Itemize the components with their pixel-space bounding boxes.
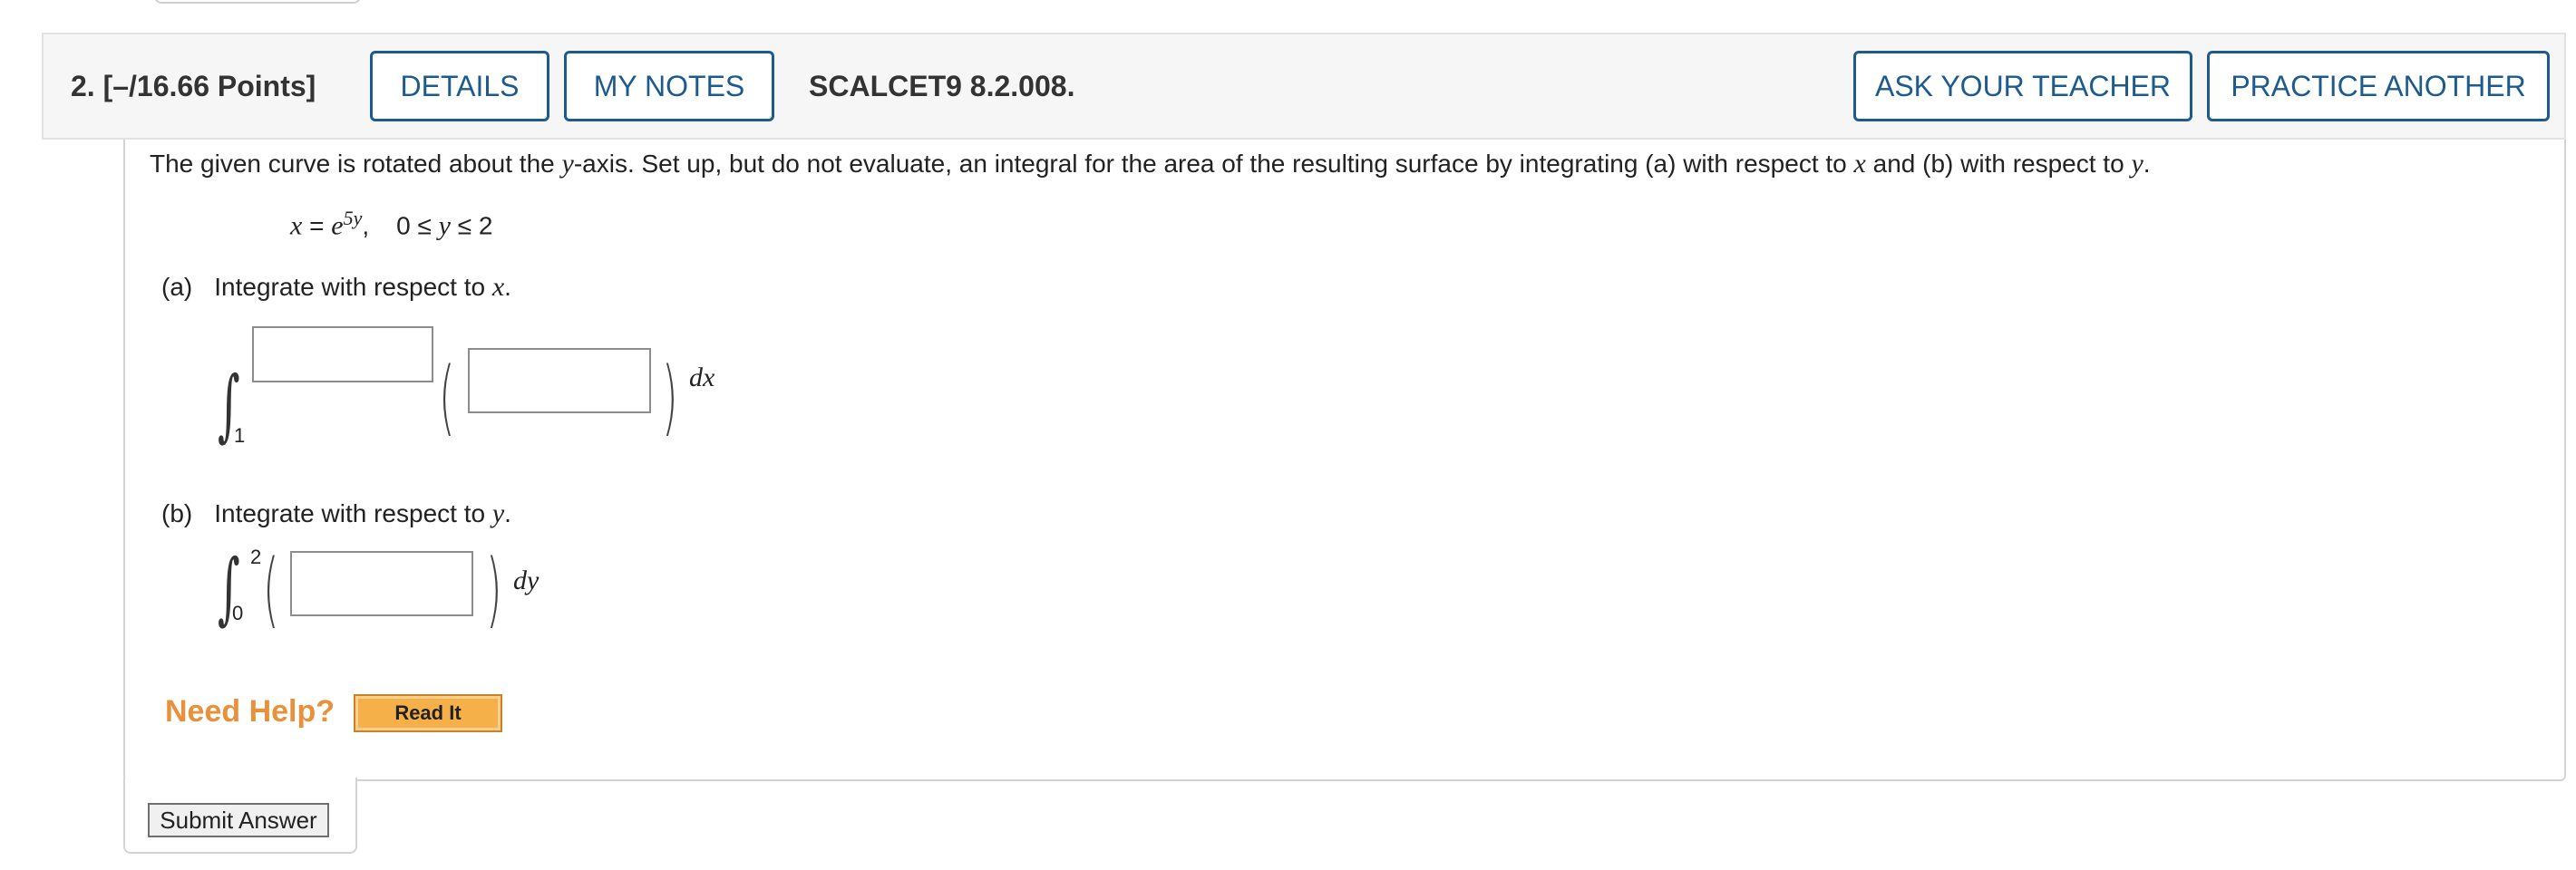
question-number: 2.: [71, 70, 95, 102]
previous-question-tab: [154, 0, 361, 4]
problem-prompt: The given curve is rotated about the y-a…: [150, 149, 2151, 179]
question-header: 2. [–/16.66 Points] DETAILS MY NOTES SCA…: [42, 33, 2566, 140]
part-b-integrand-input[interactable]: [290, 551, 473, 616]
ask-your-teacher-button[interactable]: ASK YOUR TEACHER: [1853, 51, 2192, 121]
question-number-points: 2. [–/16.66 Points]: [71, 34, 316, 138]
submit-answer-button[interactable]: Submit Answer: [148, 803, 329, 837]
part-a-lower-limit: 1: [234, 424, 246, 447]
right-paren-b: ): [486, 542, 502, 637]
differential-dx: dx: [689, 362, 715, 392]
differential-dy: dy: [513, 566, 540, 595]
part-a-label: (a) Integrate with respect to x.: [161, 272, 511, 302]
curve-equation: x = e5y, 0 ≤ y ≤ 2: [290, 207, 493, 241]
left-paren-a: (: [439, 350, 455, 445]
part-a-upper-limit-input[interactable]: [252, 326, 433, 382]
problem-code: SCALCET9 8.2.008.: [809, 70, 1075, 102]
practice-another-button[interactable]: PRACTICE ANOTHER: [2207, 51, 2550, 121]
read-it-button[interactable]: Read It: [354, 694, 502, 732]
part-b-lower-limit: 0: [232, 602, 244, 624]
part-b-upper-limit: 2: [250, 546, 262, 568]
left-paren-b: (: [263, 542, 279, 637]
part-b-label: (b) Integrate with respect to y.: [161, 498, 511, 528]
part-a-integrand-input[interactable]: [468, 348, 651, 413]
need-help-label: Need Help?: [165, 694, 335, 729]
right-paren-a: ): [662, 350, 678, 445]
details-button[interactable]: DETAILS: [370, 51, 549, 121]
points-label: [–/16.66 Points]: [102, 70, 316, 102]
my-notes-button[interactable]: MY NOTES: [564, 51, 774, 121]
